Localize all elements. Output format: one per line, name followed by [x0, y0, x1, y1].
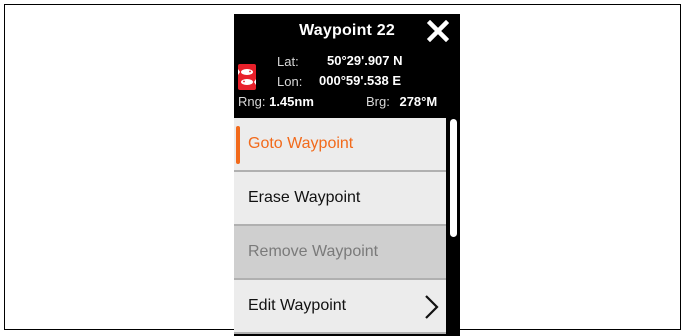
dialog-title: Waypoint 22: [299, 22, 395, 39]
menu-item-erase-waypoint[interactable]: Erase Waypoint: [234, 172, 446, 226]
menu-scrollbar[interactable]: [450, 119, 457, 237]
menu-item-label: Goto Waypoint: [248, 135, 354, 152]
selection-indicator: [236, 126, 240, 164]
waypoint-menu: Goto Waypoint Erase Waypoint Remove Wayp…: [234, 118, 446, 334]
menu-item-label: Erase Waypoint: [248, 189, 361, 206]
bearing-value: 278°M: [399, 94, 438, 109]
menu-item-label: Remove Waypoint: [248, 243, 379, 260]
menu-item-label: Edit Waypoint: [248, 297, 347, 314]
lat-value: 50°29'.907 N: [327, 53, 403, 68]
lon-label: Lon:: [277, 74, 303, 89]
waypoint-dialog: Waypoint 22 Lat: 50°29'.907 N Lon: 000°5…: [234, 14, 460, 336]
lat-label: Lat:: [277, 54, 299, 69]
dialog-titlebar: Waypoint 22: [234, 14, 460, 48]
menu-item-edit-waypoint[interactable]: Edit Waypoint: [234, 280, 446, 334]
bearing-label: Brg:: [366, 94, 390, 109]
close-icon[interactable]: [426, 18, 450, 44]
chevron-right-icon: [422, 294, 440, 320]
range-value: 1.45nm: [269, 94, 314, 109]
menu-item-goto-waypoint[interactable]: Goto Waypoint: [234, 118, 446, 172]
menu-item-remove-waypoint[interactable]: Remove Waypoint: [234, 226, 446, 280]
waypoint-fish-icon: [238, 64, 256, 90]
lon-value: 000°59'.538 E: [319, 73, 402, 88]
range-label: Rng:: [238, 94, 266, 109]
